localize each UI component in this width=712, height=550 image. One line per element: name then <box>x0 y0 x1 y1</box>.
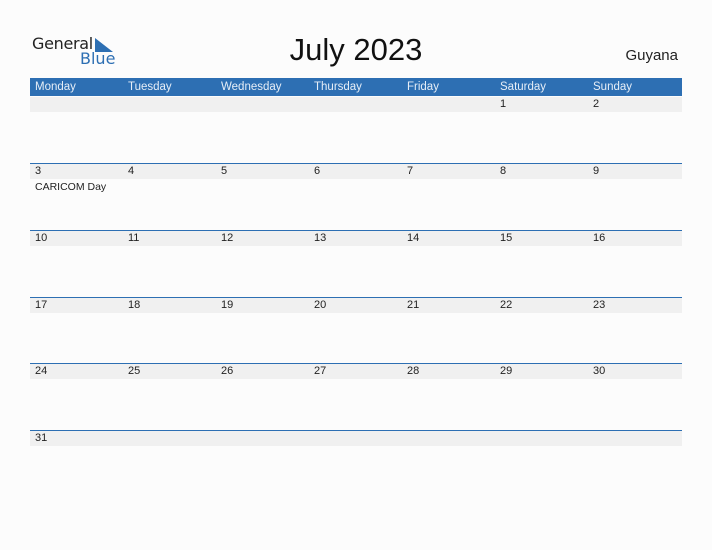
day-number: 23 <box>593 299 606 311</box>
day-number: 27 <box>314 365 327 377</box>
day-number: 16 <box>593 232 606 244</box>
day-number <box>216 431 221 446</box>
day-number: 21 <box>407 299 420 311</box>
day-number: 31 <box>35 432 48 444</box>
week-row: 24 25 26 27 28 29 30 <box>30 363 682 429</box>
day-number: 30 <box>593 365 606 377</box>
day-number: 6 <box>314 165 321 177</box>
day-number: 25 <box>128 365 141 377</box>
weekday-wednesday: Wednesday <box>221 81 282 93</box>
day-number: 10 <box>35 232 48 244</box>
day-number <box>309 431 314 446</box>
day-number: 13 <box>314 232 327 244</box>
day-number: 28 <box>407 365 420 377</box>
week-row: 17 18 19 20 21 22 23 <box>30 297 682 363</box>
day-number: 17 <box>35 299 48 311</box>
day-number: 8 <box>500 165 507 177</box>
calendar-title: July 2023 <box>289 32 423 67</box>
day-number: 20 <box>314 299 327 311</box>
day-number: 24 <box>35 365 48 377</box>
weekday-thursday: Thursday <box>314 81 362 93</box>
day-number <box>309 97 314 112</box>
day-number: 9 <box>593 165 600 177</box>
day-number <box>402 431 407 446</box>
day-number: 19 <box>221 299 234 311</box>
day-number: 11 <box>128 232 140 244</box>
day-number: 2 <box>593 98 600 110</box>
day-number <box>216 97 221 112</box>
day-number: 4 <box>128 165 135 177</box>
day-number: 22 <box>500 299 513 311</box>
day-number <box>495 431 500 446</box>
week-row: 10 11 12 13 14 15 16 <box>30 230 682 296</box>
weekday-header: Monday Tuesday Wednesday Thursday Friday Satu… <box>30 78 682 96</box>
day-number: 1 <box>500 98 507 110</box>
day-number: 7 <box>407 165 414 177</box>
weekday-monday: Monday <box>35 81 76 93</box>
day-number: 18 <box>128 299 141 311</box>
day-number <box>402 97 407 112</box>
day-number: 15 <box>500 232 513 244</box>
weekday-saturday: Saturday <box>500 81 547 93</box>
day-number: 14 <box>407 232 420 244</box>
week-row: 31 <box>30 430 682 496</box>
weekday-sunday: Sunday <box>593 81 633 93</box>
day-number: 29 <box>500 365 513 377</box>
weekday-tuesday: Tuesday <box>128 81 172 93</box>
day-number <box>30 97 35 112</box>
day-number: 5 <box>221 165 228 177</box>
holiday-event: CARICOM Day <box>35 181 107 193</box>
day-number <box>588 431 593 446</box>
weekday-friday: Friday <box>407 81 439 93</box>
day-number: 3 <box>35 165 42 177</box>
day-number <box>123 97 128 112</box>
week-row: 3 CARICOM Day 4 5 6 7 8 9 <box>30 163 682 229</box>
day-number: 12 <box>221 232 234 244</box>
week-row: 12 <box>30 96 682 162</box>
day-number <box>123 431 128 446</box>
country-label: Guyana <box>625 47 678 64</box>
day-number: 26 <box>221 365 234 377</box>
